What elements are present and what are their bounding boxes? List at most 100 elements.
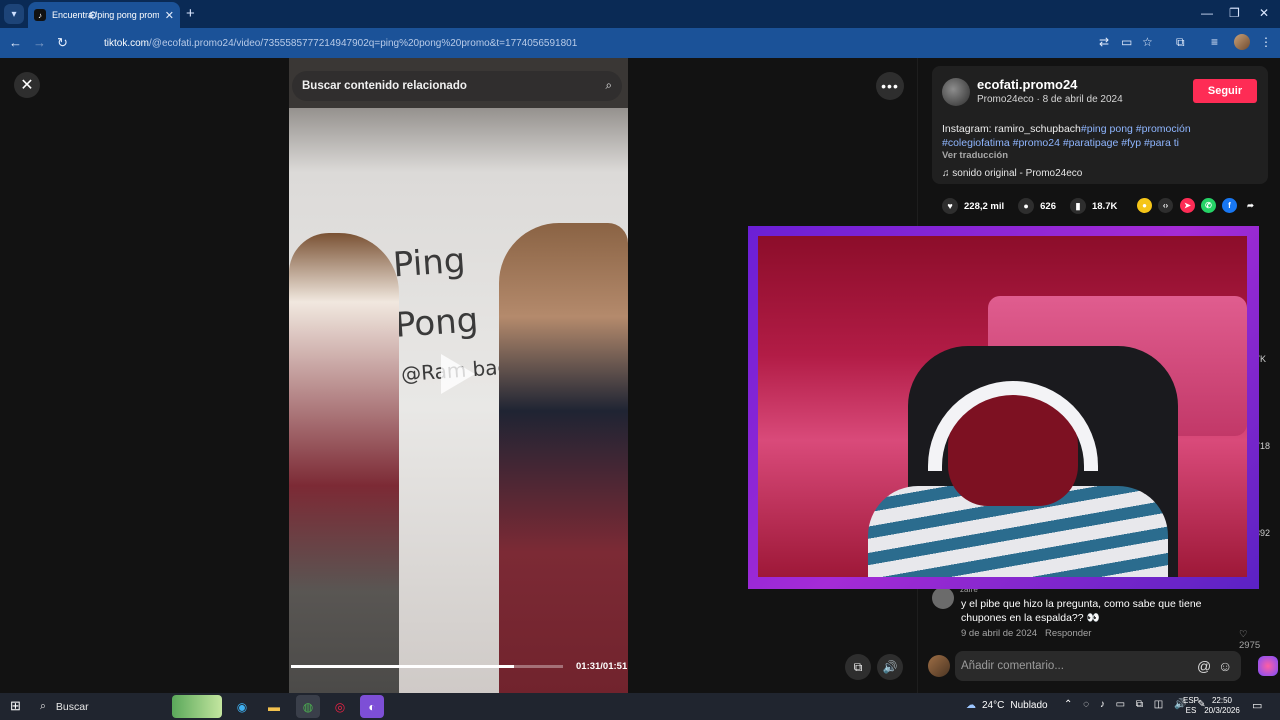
more-options-button[interactable]: ••• [876, 72, 904, 100]
profile-avatar[interactable] [1234, 34, 1250, 50]
description-hashtags-2[interactable]: #colegiofatima #promo24 #paratipage #fyp… [942, 137, 1179, 149]
save-stat[interactable]: ▮ 18.7K [1070, 198, 1117, 214]
emoji-icon[interactable]: ☺ [1218, 658, 1232, 674]
tab-search-dropdown-icon[interactable]: ▾ [4, 4, 24, 24]
address-bar[interactable]: tiktok.com/@ecofati.promo24/video/735558… [80, 31, 1170, 55]
input-language[interactable]: ESP ES [1183, 696, 1199, 716]
cast-icon[interactable]: ▭ [1121, 35, 1132, 49]
clock[interactable]: 22:50 20/3/2026 [1203, 696, 1241, 716]
url-host: tiktok.com [104, 37, 150, 49]
bookmark-icon[interactable]: ▮ [1070, 198, 1086, 214]
comment-meta: 9 de abril de 2024 Responder [961, 628, 1091, 639]
tiktok-favicon-icon: ♪ [34, 9, 46, 21]
close-viewer-button[interactable]: ✕ [14, 72, 40, 98]
coin-icon[interactable]: ● [1137, 198, 1152, 213]
author-username[interactable]: ecofati.promo24 [977, 77, 1077, 92]
commenter-avatar[interactable] [932, 587, 954, 609]
tab-strip: ▾ ♪ Encuentra 'ping pong promo' e ✕ + — … [0, 0, 1280, 28]
webcam-feed [758, 236, 1247, 577]
notification-icon[interactable]: ▭ [1252, 699, 1262, 712]
comment-icon[interactable]: ● [1018, 198, 1035, 214]
app-icon[interactable]: ◎ [328, 695, 352, 718]
video-time: 01:31/01:51 [576, 661, 628, 672]
save-count: 18.7K [1092, 200, 1118, 212]
facebook-icon[interactable]: f [1222, 198, 1237, 213]
search-icon[interactable]: ⌕ [606, 80, 612, 93]
browser-tab[interactable]: ♪ Encuentra 'ping pong promo' e ✕ [28, 2, 180, 28]
comment-heart-icon[interactable]: ♡ [1239, 629, 1248, 640]
tab-close-icon[interactable]: ✕ [165, 9, 174, 22]
url-path: /@ecofati.promo24/video/7355585777214947… [149, 37, 578, 49]
windows-start-icon[interactable]: ⊞ [10, 698, 21, 714]
description-text: Instagram: ramiro_schupbach [942, 123, 1081, 135]
comment-input-placeholder: Añadir comentario... [961, 660, 1064, 672]
comment-count: 626 [1040, 200, 1056, 212]
share-arrow-icon[interactable]: ➦ [1243, 198, 1258, 213]
search-highlight-icon[interactable] [172, 695, 222, 718]
like-stat[interactable]: ♥ 228,2 mil [942, 198, 1004, 214]
extensions-icon[interactable]: ⧉ [1176, 35, 1185, 50]
menu-kebab-icon[interactable]: ⋮ [1260, 35, 1272, 49]
see-translation-link[interactable]: Ver traducción [942, 150, 1008, 161]
edge-icon[interactable]: ◉ [230, 695, 254, 718]
sound-link[interactable]: ♫ sonido original - Promo24eco [942, 168, 1082, 179]
whatsapp-icon[interactable]: ✆ [1201, 198, 1216, 213]
chrome-icon[interactable]: ◍ [296, 695, 320, 718]
tiktok-video-page: ✕ Ping Pong @Ram bach Buscar contenido r… [0, 58, 1280, 693]
lang-code: ESP [1183, 696, 1200, 705]
related-search-bar[interactable]: Buscar contenido relacionado ⌕ [292, 71, 622, 101]
sound-name: sonido original - Promo24eco [952, 168, 1083, 179]
comment-text: y el pibe que hizo la pregunta, como sab… [961, 598, 1202, 624]
forward-icon[interactable]: → [33, 35, 46, 50]
cloud-icon: ☁ [966, 700, 976, 711]
reply-link[interactable]: Responder [1045, 628, 1091, 639]
reload-icon[interactable]: ↻ [57, 35, 68, 51]
file-explorer-icon[interactable]: ▬ [262, 695, 286, 718]
play-icon[interactable] [441, 354, 475, 394]
weather-condition: Nublado [1010, 700, 1048, 711]
restore-icon[interactable]: ❐ [1229, 6, 1240, 20]
description-hashtags-1[interactable]: #ping pong #promoción [1081, 123, 1191, 135]
author-avatar[interactable] [942, 78, 970, 106]
floating-player-icon[interactable]: ⧉ [845, 654, 871, 680]
author-subline: Promo24eco · 8 de abril de 2024 [977, 94, 1123, 105]
weather-widget[interactable]: ☁ 24°C Nublado [966, 700, 1048, 711]
app-extension-icon[interactable] [1258, 656, 1278, 676]
back-icon[interactable]: ← [9, 35, 22, 50]
post-info-card: ecofati.promo24 Promo24eco · 8 de abril … [932, 66, 1268, 184]
browser-toolbar: ← → ↻ tiktok.com/@ecofati.promo24/video/… [0, 28, 1280, 58]
taskbar-search-label: Buscar [55, 700, 89, 713]
engagement-stats: ♥ 228,2 mil ● 626 ▮ 18.7K [942, 197, 1131, 215]
follow-button[interactable]: Seguir [1193, 79, 1257, 103]
comment-like-count: 2975 [1239, 640, 1261, 651]
bookmark-star-icon[interactable]: ☆ [1142, 35, 1153, 49]
embed-icon[interactable]: ‹› [1158, 198, 1173, 213]
comment-stat[interactable]: ● 626 [1018, 198, 1056, 214]
windows-taskbar: ⊞ ⌕ Buscar ◉ ▬ ◍ ◎ ◐ ☁ 24°C Nublado ⌃ ◌ ♪ ▭… [0, 693, 1280, 720]
comment-date: 9 de abril de 2024 [961, 628, 1038, 639]
related-search-placeholder: Buscar contenido relacionado [302, 80, 467, 92]
my-avatar [928, 655, 950, 677]
video-progress-bar[interactable] [291, 665, 563, 668]
heart-icon[interactable]: ♥ [942, 198, 958, 214]
like-count: 228,2 mil [964, 200, 1005, 212]
mention-icon[interactable]: @ [1197, 658, 1211, 674]
window-close-icon[interactable]: ✕ [1259, 6, 1269, 20]
translate-icon[interactable]: ⇄ [1099, 35, 1109, 49]
webcam-overlay [748, 226, 1259, 589]
new-tab-icon[interactable]: + [186, 5, 195, 22]
send-icon[interactable]: ➤ [1180, 198, 1195, 213]
lang-region: ES [1185, 706, 1197, 715]
music-note-icon: ♫ [942, 168, 953, 179]
streaming-app-icon[interactable]: ◐ [360, 695, 384, 718]
temperature: 24°C [982, 700, 1005, 711]
site-info-icon[interactable]: ⚙ [88, 9, 98, 22]
reading-list-icon[interactable]: ≡ [1211, 35, 1218, 49]
video-player[interactable]: Ping Pong @Ram bach Buscar contenido rel… [289, 58, 628, 693]
tab-title: Encuentra 'ping pong promo' e [52, 10, 159, 20]
video-person-right [499, 223, 628, 693]
board-text-pong: Pong [393, 300, 480, 346]
comment-like[interactable]: ♡ 2975 [1239, 629, 1267, 651]
volume-icon[interactable]: 🔊 [877, 654, 903, 680]
minimize-icon[interactable]: — [1201, 6, 1213, 20]
